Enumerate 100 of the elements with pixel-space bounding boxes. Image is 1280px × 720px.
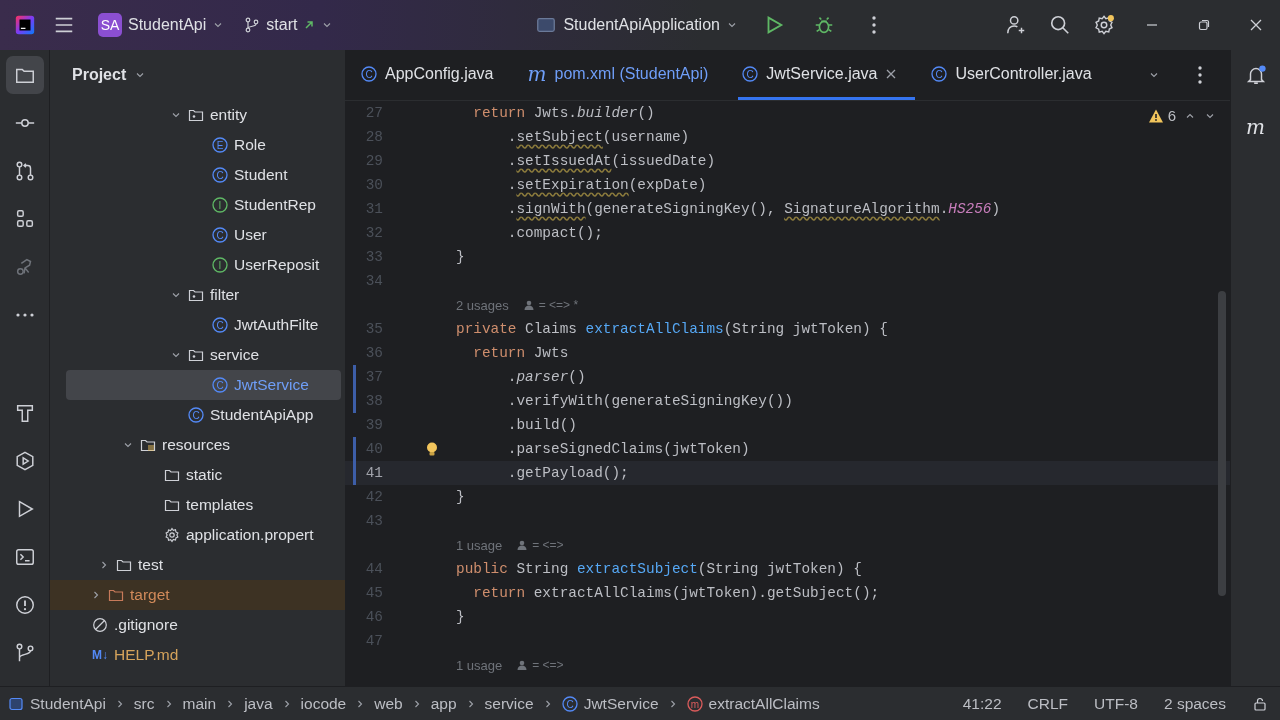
tree-item[interactable]: C JwtService xyxy=(66,370,341,400)
person-icon xyxy=(522,299,535,311)
breadcrumb[interactable]: iocode xyxy=(298,694,349,713)
tree-item-highlighted[interactable]: target xyxy=(50,580,345,610)
editor-tab[interactable]: C JwtService.java xyxy=(738,50,916,100)
close-icon xyxy=(1248,17,1264,33)
tree-item[interactable]: static xyxy=(66,460,341,490)
tree-item[interactable]: C JwtAuthFilte xyxy=(66,310,341,340)
markdown-icon: M↓ xyxy=(92,648,108,662)
tree-item[interactable]: C Student xyxy=(66,160,341,190)
branch-switcher[interactable]: start xyxy=(238,12,340,38)
editor-tab[interactable]: C AppConfig.java xyxy=(357,50,512,100)
class-icon: C xyxy=(212,167,228,183)
maven-button[interactable]: m xyxy=(1236,108,1275,146)
folder-icon xyxy=(164,497,180,513)
maven-icon: m xyxy=(527,63,547,84)
tree-item[interactable]: resources xyxy=(66,430,341,460)
code-line: .setSubject(username) xyxy=(506,129,690,145)
line-number: 41 xyxy=(364,465,383,481)
breadcrumb[interactable]: m extractAllClaims xyxy=(684,694,822,713)
run-configuration-dropdown[interactable]: StudentApiApplication xyxy=(529,10,744,40)
breadcrumb[interactable]: src xyxy=(131,694,157,713)
breadcrumb[interactable]: web xyxy=(372,694,405,713)
terminal-icon xyxy=(13,546,36,568)
warning-circle-icon xyxy=(13,594,36,616)
tree-item[interactable]: M↓ HELP.md xyxy=(66,640,341,670)
author-hint[interactable]: = <=> xyxy=(516,658,564,672)
person-icon xyxy=(516,539,529,551)
project-view-dropdown[interactable]: Project xyxy=(66,65,153,85)
file-encoding[interactable]: UTF-8 xyxy=(1094,694,1138,713)
pull-request-icon xyxy=(13,160,36,182)
project-switcher[interactable]: SA StudentApi xyxy=(92,9,231,41)
code-line: .signWith(generateSigningKey(), SignatureAlgorithm.HS256) xyxy=(506,201,1001,217)
editor-tab[interactable]: C UserController.java xyxy=(927,50,1110,100)
tree-item[interactable]: I StudentRep xyxy=(66,190,341,220)
interface-icon: I xyxy=(212,197,228,213)
ignore-icon xyxy=(92,617,108,633)
method-icon: m xyxy=(686,695,703,712)
tree-item[interactable]: service xyxy=(66,340,341,370)
tree-item[interactable]: entity xyxy=(66,100,341,130)
app-logo-icon xyxy=(14,14,36,36)
tree-item[interactable]: filter xyxy=(66,280,341,310)
code-line: .setIssuedAt(issuedDate) xyxy=(506,153,716,169)
close-icon[interactable] xyxy=(885,67,898,80)
minimize-icon xyxy=(1146,24,1158,26)
breadcrumb[interactable]: java xyxy=(242,694,275,713)
code-line: .setExpiration(expDate) xyxy=(506,177,707,193)
class-icon: C xyxy=(212,227,228,243)
class-icon: C xyxy=(361,65,377,82)
warnings-counter[interactable]: 6 xyxy=(1147,107,1176,124)
folder-icon xyxy=(164,467,180,483)
search-icon xyxy=(1049,14,1071,36)
package-icon xyxy=(188,347,204,363)
lock-icon[interactable] xyxy=(1252,695,1268,712)
branch-icon xyxy=(244,17,261,33)
tree-item[interactable]: application.propert xyxy=(66,520,341,550)
breadcrumb[interactable]: app xyxy=(428,694,459,713)
caret-position[interactable]: 41:22 xyxy=(962,694,1002,713)
breadcrumb[interactable]: StudentApi xyxy=(6,694,108,713)
code-line: .parseSignedClaims(jwtToken) xyxy=(506,441,750,457)
person-icon xyxy=(516,659,529,671)
editor-tab[interactable]: m pom.xml (StudentApi) xyxy=(523,50,727,100)
class-icon: C xyxy=(212,377,228,393)
more-icon xyxy=(871,16,876,34)
more-icon xyxy=(1198,66,1202,84)
package-icon xyxy=(188,287,204,303)
usages-hint[interactable]: 2 usages xyxy=(456,297,509,313)
scrollbar[interactable] xyxy=(1218,291,1226,596)
restore-icon xyxy=(1196,17,1212,33)
code-line: .parser() xyxy=(506,369,586,385)
enum-icon: E xyxy=(212,137,228,153)
tree-item[interactable]: templates xyxy=(66,490,341,520)
folder-icon xyxy=(116,557,132,573)
class-icon: C xyxy=(212,317,228,333)
breadcrumb[interactable]: main xyxy=(180,694,219,713)
code-line: public String extractSubject(String jwtToken) { xyxy=(456,561,862,577)
tree-item[interactable]: C StudentApiApp xyxy=(66,400,341,430)
gear-icon xyxy=(164,527,180,543)
code-line: .verifyWith(generateSigningKey()) xyxy=(506,393,793,409)
maven-icon: m xyxy=(1246,117,1265,137)
code-line: } xyxy=(456,249,465,265)
folder-icon-button[interactable] xyxy=(5,56,44,94)
folder-icon xyxy=(108,587,124,603)
code-line: return extractAllClaims(jwtToken).getSubject(); xyxy=(472,585,880,601)
tree-item[interactable]: C User xyxy=(66,220,341,250)
breadcrumb[interactable]: C JwtService xyxy=(559,694,661,713)
code-line: .compact(); xyxy=(506,225,603,241)
code-line: } xyxy=(456,489,465,505)
tree-item[interactable]: .gitignore xyxy=(66,610,341,640)
line-separator[interactable]: CRLF xyxy=(1027,694,1069,713)
tree-item[interactable]: E Role xyxy=(66,130,341,160)
indent-setting[interactable]: 2 spaces xyxy=(1163,694,1226,713)
arrow-icon xyxy=(303,19,316,31)
class-icon: C xyxy=(188,407,204,423)
breadcrumb[interactable]: service xyxy=(482,694,536,713)
tree-item[interactable]: test xyxy=(66,550,341,580)
author-hint[interactable]: = <=> xyxy=(516,538,564,552)
code-line: return Jwts xyxy=(472,345,569,361)
code-line: .getPayload(); xyxy=(506,465,629,481)
tree-item[interactable]: I UserReposit xyxy=(66,250,341,280)
